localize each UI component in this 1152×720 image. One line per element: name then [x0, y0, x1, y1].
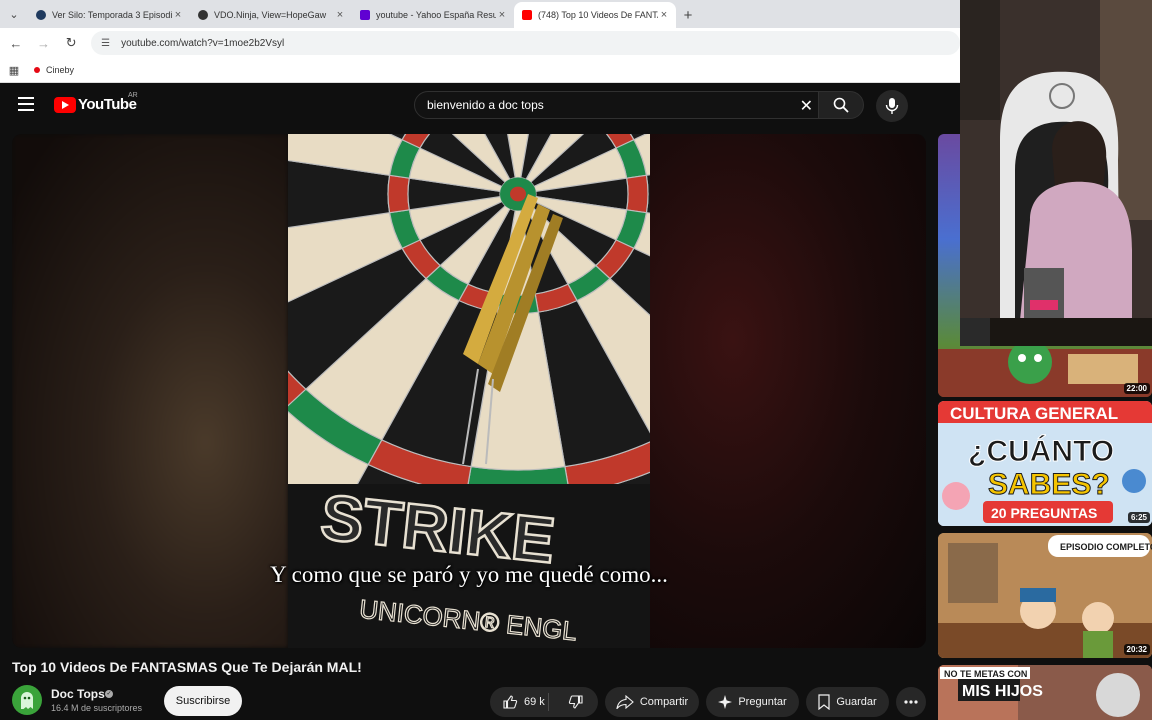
subscribe-button[interactable]: Suscribirse [164, 686, 242, 716]
quiz-headline-2: SABES? [988, 468, 1110, 501]
tab-yahoo[interactable]: youtube - Yahoo España Result × [352, 2, 514, 28]
url-text: youtube.com/watch?v=1moe2b2Vsyl [121, 37, 285, 49]
bookmark-cineby[interactable]: Cineby [34, 65, 74, 75]
tab-close-icon[interactable]: × [658, 9, 670, 21]
thumbs-up-icon [503, 695, 518, 709]
tab-title: (748) Top 10 Videos De FANTAS [538, 10, 658, 20]
video-player[interactable]: STRIKE UNICORN® ENGL Y como que se paró … [12, 134, 926, 648]
dartboard-segment [387, 174, 411, 214]
webcam-feed [960, 0, 1152, 346]
voice-search-button[interactable] [876, 90, 908, 122]
like-divider [548, 693, 549, 711]
ghost-avatar-icon [21, 692, 33, 709]
clear-search-icon[interactable]: ✕ [800, 96, 813, 116]
family-banner-1: NO TE METAS CON [944, 669, 1027, 679]
recommended-video-4[interactable]: NO TE METAS CON MIS HIJOS [938, 665, 1152, 720]
bookmarks-bar: ▦ Cineby [0, 58, 960, 83]
like-dislike-group: 69 k [490, 687, 598, 717]
tab-youtube-active[interactable]: (748) Top 10 Videos De FANTAS × [514, 2, 676, 28]
sparkle-icon [718, 695, 733, 709]
youtube-logo[interactable]: YouTube AR [54, 92, 138, 113]
channel-name[interactable]: Doc Tops [51, 687, 105, 701]
thumbs-down-icon [568, 695, 583, 709]
dislike-button[interactable] [568, 694, 590, 713]
recommended-video-3[interactable]: EPISODIO COMPLETO 20:32 [938, 533, 1152, 658]
quiz-thumbnail: CULTURA GENERAL ¿CUÁNTO SABES? 20 PREGUN… [938, 401, 1152, 526]
tab-close-icon[interactable]: × [172, 9, 184, 21]
youtube-header: YouTube AR bienvenido a doc tops ✕ [0, 83, 940, 127]
video-title: Top 10 Videos De FANTASMAS Que Te Dejará… [12, 659, 362, 675]
search-input[interactable]: bienvenido a doc tops ✕ [414, 91, 820, 119]
video-duration: 22:00 [1123, 383, 1150, 394]
share-arrow-icon [616, 695, 634, 709]
tab-strip: ⌄ Ver Silo: Temporada 3 Episodio × VDO.N… [0, 0, 960, 28]
more-actions-button[interactable] [896, 687, 926, 717]
save-label: Guardar [836, 696, 877, 708]
like-button[interactable]: 69 k [502, 694, 545, 710]
gravity-falls-thumbnail: EPISODIO COMPLETO [938, 533, 1152, 658]
address-bar[interactable]: ☰ youtube.com/watch?v=1moe2b2Vsyl [91, 31, 960, 55]
tab-title: Ver Silo: Temporada 3 Episodio [52, 10, 172, 20]
recommended-video-2[interactable]: CULTURA GENERAL ¿CUÁNTO SABES? 20 PREGUN… [938, 401, 1152, 526]
tab-search-icon[interactable]: ⌄ [0, 0, 28, 28]
ask-button[interactable]: Preguntar [706, 687, 799, 717]
tab-title: VDO.Ninja, View=HopeGaw [214, 10, 327, 20]
save-button[interactable]: Guardar [806, 687, 889, 717]
share-label: Compartir [639, 696, 689, 708]
browser-window: ⌄ Ver Silo: Temporada 3 Episodio × VDO.N… [0, 0, 960, 83]
site-settings-icon[interactable]: ☰ [101, 38, 115, 49]
reload-icon[interactable]: ↻ [59, 31, 83, 55]
family-banner-2: MIS HIJOS [962, 683, 1043, 700]
share-button[interactable]: Compartir [605, 687, 699, 717]
browser-toolbar: ← → ↻ ☰ youtube.com/watch?v=1moe2b2Vsyl [0, 28, 960, 58]
video-duration: 20:32 [1123, 644, 1150, 655]
channel-avatar[interactable] [12, 685, 42, 715]
apps-grid-icon[interactable]: ▦ [0, 64, 28, 77]
dartboard-segment [625, 174, 649, 214]
tab-favicon-icon [198, 10, 208, 20]
tab-vdo-ninja[interactable]: VDO.Ninja, View=HopeGaw × [190, 2, 352, 28]
more-horizontal-icon [904, 700, 918, 704]
menu-icon[interactable] [18, 97, 34, 111]
video-duration: 6:25 [1127, 512, 1150, 523]
tab-close-icon[interactable]: × [334, 9, 346, 21]
search-value: bienvenido a doc tops [427, 98, 544, 112]
new-tab-icon[interactable]: + [676, 2, 700, 28]
search-icon [833, 97, 849, 113]
episode-banner-text: EPISODIO COMPLETO [1060, 542, 1152, 552]
like-count: 69 k [524, 696, 545, 708]
streamer-webcam-overlay [960, 0, 1152, 346]
tab-favicon-icon [360, 10, 370, 20]
video-subtitle: Y como que se paró y yo me quedé como... [270, 562, 668, 587]
search-button[interactable] [818, 91, 864, 119]
tab-close-icon[interactable]: × [496, 9, 508, 21]
bookmark-icon [818, 694, 830, 710]
forward-icon[interactable]: → [32, 31, 56, 55]
tab-title: youtube - Yahoo España Result [376, 10, 496, 20]
ask-label: Preguntar [738, 696, 787, 708]
country-code: AR [128, 92, 138, 99]
youtube-play-icon [54, 96, 76, 113]
quiz-headline-1: ¿CUÁNTO [968, 434, 1114, 468]
back-icon[interactable]: ← [4, 31, 28, 55]
tab-favicon-icon [522, 10, 532, 20]
family-thumbnail: NO TE METAS CON MIS HIJOS [938, 665, 1152, 720]
subscriber-count: 16.4 M de suscriptores [51, 703, 143, 713]
verified-badge-icon: ✓ [105, 690, 113, 698]
bookmark-label: Cineby [46, 65, 75, 75]
quiz-banner-text: CULTURA GENERAL [950, 404, 1118, 423]
bookmark-favicon-icon [34, 67, 40, 73]
quiz-tag: 20 PREGUNTAS [991, 505, 1097, 521]
tab-silo[interactable]: Ver Silo: Temporada 3 Episodio × [28, 2, 190, 28]
microphone-icon [885, 98, 899, 114]
tab-favicon-icon [36, 10, 46, 20]
